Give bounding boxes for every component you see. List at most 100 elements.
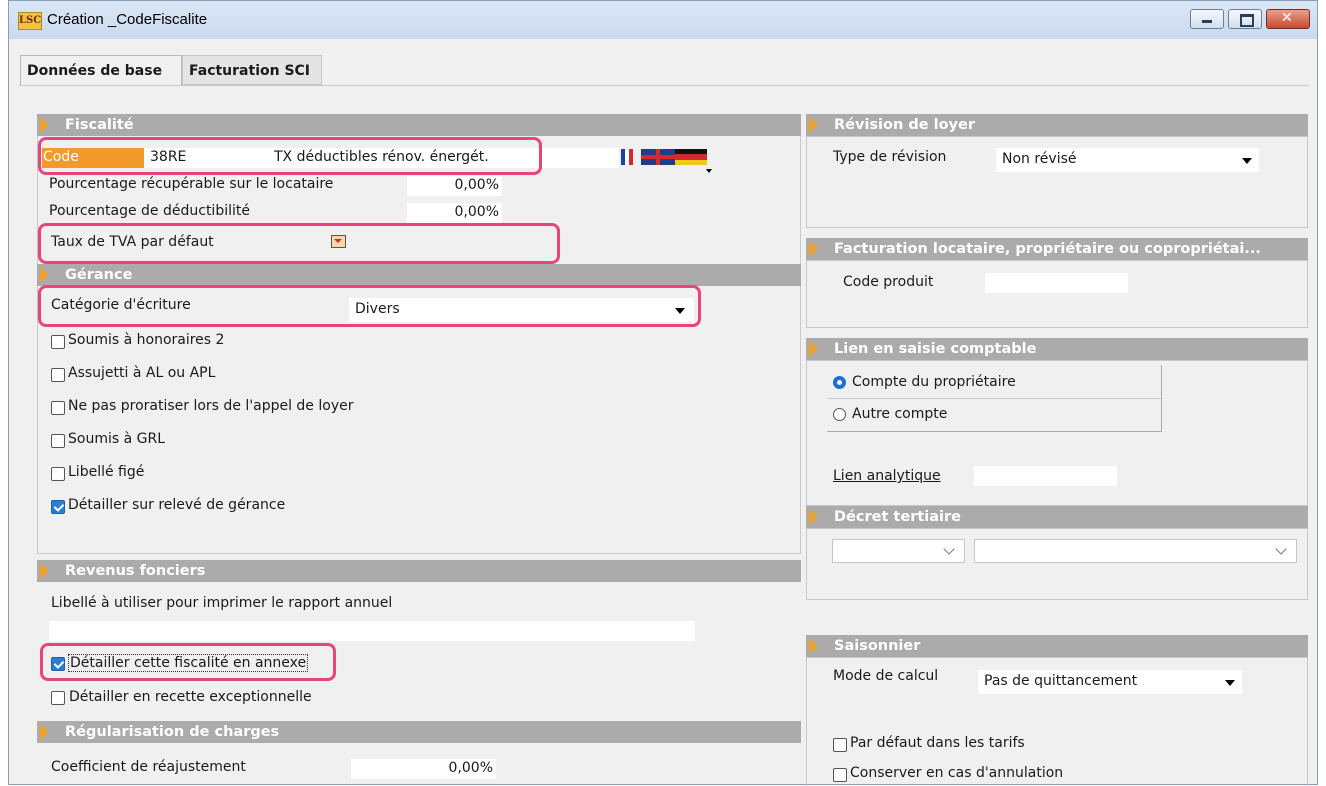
section-decret-tertiaire: Décret tertiaire [806,506,1308,528]
decret-select-1[interactable] [832,539,965,563]
radio-label: Autre compte [852,406,948,422]
flag-de-icon[interactable] [675,149,707,165]
title-bar[interactable]: LSC Création _CodeFiscalite ✕ [9,1,1317,39]
window-title: Création _CodeFiscalite [47,11,208,28]
chevron-down-icon [1225,680,1235,686]
flag-uk-icon[interactable] [641,149,675,165]
gerance-checkbox-label[interactable]: Ne pas proratiser lors de l'appel de loy… [68,398,353,414]
pct-recup-field[interactable]: 0,00% [407,176,502,196]
highlight-categorie [38,285,701,327]
minimize-icon [1202,20,1212,23]
section-lien-saisie: Lien en saisie comptable [806,338,1308,360]
gerance-checkbox[interactable] [51,335,65,349]
section-title: Gérance [65,267,133,283]
section-title: Lien en saisie comptable [834,341,1037,357]
code-produit-field[interactable] [985,273,1128,293]
highlight-tva [38,223,560,264]
gerance-checkbox-label[interactable]: Soumis à GRL [68,431,165,447]
lien-analytique-field[interactable] [974,466,1117,486]
coef-field[interactable]: 0,00% [351,759,496,779]
coef-label: Coefficient de réajustement [51,759,246,775]
section-title: Révision de loyer [834,117,975,133]
gerance-checkbox[interactable] [51,401,65,415]
radio-autre-compte[interactable]: Autre compte [827,398,1162,432]
pct-recup-label: Pourcentage récupérable sur le locataire [49,176,334,192]
flag-dropdown-icon[interactable] [706,169,712,173]
chevron-down-icon [1242,158,1252,164]
close-button[interactable]: ✕ [1266,9,1310,29]
coef-value: 0,00% [448,760,493,776]
section-arrow-icon [40,563,49,579]
pct-recup-value: 0,00% [454,177,499,193]
gerance-checkbox[interactable] [51,467,65,481]
gerance-checkbox-label[interactable]: Soumis à honoraires 2 [68,332,224,348]
lien-analytique-link[interactable]: Lien analytique [833,468,941,484]
chevron-down-icon [943,543,955,555]
facturation-box [806,260,1308,328]
radio-compte-proprietaire[interactable]: Compte du propriétaire [827,365,1162,399]
type-revision-value: Non révisé [1002,151,1077,167]
chevron-down-icon [1275,543,1287,555]
gerance-checkbox[interactable] [51,434,65,448]
detail-recette-label[interactable]: Détailler en recette exceptionnelle [69,689,312,705]
section-title: Fiscalité [65,117,134,133]
section-fiscalite: Fiscalité [37,114,801,136]
mode-calcul-select[interactable]: Pas de quittancement [978,670,1242,694]
par-defaut-tarifs-label[interactable]: Par défaut dans les tarifs [850,735,1025,751]
type-revision-label: Type de révision [833,149,947,165]
libelle-rapport-field[interactable] [49,621,695,641]
mode-calcul-label: Mode de calcul [833,668,939,684]
detail-recette-checkbox[interactable] [51,691,65,705]
section-facturation: Facturation locataire, propriétaire ou c… [806,238,1308,260]
radio-icon[interactable] [833,408,846,421]
section-revenus-fonciers: Revenus fonciers [37,560,801,582]
app-logo-icon: LSC [18,12,42,30]
flag-fr-icon[interactable] [621,149,633,165]
decret-select-2[interactable] [974,539,1297,563]
highlight-annexe [40,643,336,681]
section-arrow-icon [40,267,49,283]
conserver-annulation-checkbox[interactable] [833,768,847,782]
type-revision-select[interactable]: Non révisé [996,148,1259,172]
section-title: Facturation locataire, propriétaire ou c… [834,241,1261,257]
section-arrow-icon [809,509,818,525]
gerance-checkbox-label[interactable]: Assujetti à AL ou APL [68,365,215,381]
maximize-button[interactable] [1228,9,1262,29]
tab-donnees-de-base[interactable]: Données de base [20,55,182,85]
pct-deduct-field[interactable]: 0,00% [407,203,502,223]
mode-calcul-value: Pas de quittancement [984,673,1138,689]
highlight-code [38,137,542,175]
radio-icon[interactable] [833,376,846,389]
conserver-annulation-label[interactable]: Conserver en cas d'annulation [850,765,1063,781]
radio-label: Compte du propriétaire [852,374,1016,390]
maximize-icon [1240,14,1254,27]
code-produit-label: Code produit [843,274,934,290]
section-title: Régularisation de charges [65,724,280,740]
minimize-button[interactable] [1190,9,1224,29]
section-arrow-icon [40,724,49,740]
section-title: Décret tertiaire [834,509,961,525]
section-arrow-icon [809,638,818,654]
tab-facturation-sci[interactable]: Facturation SCI [182,55,322,85]
section-arrow-icon [40,117,49,133]
section-gerance: Gérance [37,264,801,286]
pct-deduct-value: 0,00% [454,204,499,220]
libelle-rapport-label: Libellé à utiliser pour imprimer le rapp… [51,595,393,611]
section-arrow-icon [809,241,818,257]
main-window: LSC Création _CodeFiscalite ✕ Données de… [8,0,1318,786]
section-arrow-icon [809,117,818,133]
tab-panel-border [19,85,1309,86]
close-icon: ✕ [1281,10,1293,26]
section-regularisation: Régularisation de charges [37,721,801,743]
section-saisonnier: Saisonnier [806,635,1308,657]
section-arrow-icon [809,341,818,357]
gerance-checkbox[interactable] [51,500,65,514]
section-revision-loyer: Révision de loyer [806,114,1308,136]
par-defaut-tarifs-checkbox[interactable] [833,738,847,752]
section-title: Revenus fonciers [65,563,206,579]
gerance-checkbox[interactable] [51,368,65,382]
gerance-checkbox-label[interactable]: Détailler sur relevé de gérance [68,497,285,513]
gerance-checkbox-label[interactable]: Libellé figé [68,464,144,480]
section-title: Saisonnier [834,638,921,654]
pct-deduct-label: Pourcentage de déductibilité [49,203,250,219]
